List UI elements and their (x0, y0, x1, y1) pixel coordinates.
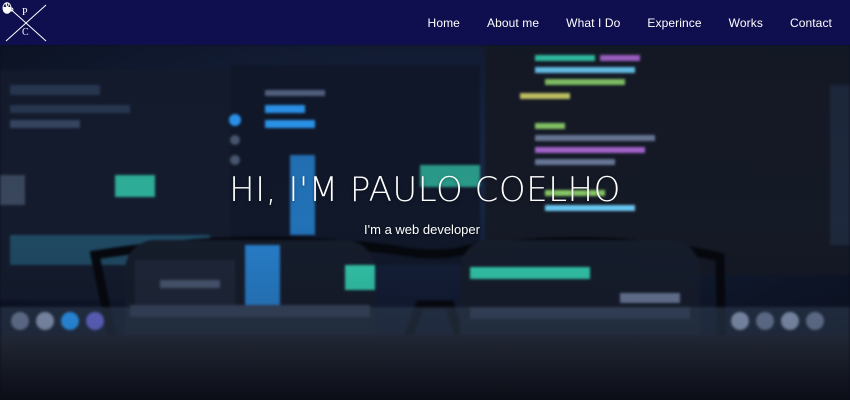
hero-section: HI, I'M PAULO COELHO I'm a web developer (0, 45, 850, 400)
coffee-cup-icon (3, 2, 14, 13)
nav-works[interactable]: Works (729, 16, 763, 30)
nav-experience[interactable]: Experince (647, 16, 701, 30)
nav-about-me[interactable]: About me (487, 16, 539, 30)
nav-home[interactable]: Home (428, 16, 460, 30)
hero-title: HI, I'M PAULO COELHO (229, 170, 621, 210)
hero-subtitle: I'm a web developer (364, 222, 480, 237)
nav-menu: Home About me What I Do Experince Works … (401, 14, 832, 32)
nav-contact[interactable]: Contact (790, 16, 832, 30)
nav-what-i-do[interactable]: What I Do (566, 16, 620, 30)
navbar: P C Home About me What I Do Experince Wo… (0, 0, 850, 45)
logo-letter-c: C (22, 26, 29, 38)
logo[interactable]: P C (2, 1, 50, 44)
logo-letter-p: P (22, 6, 28, 18)
